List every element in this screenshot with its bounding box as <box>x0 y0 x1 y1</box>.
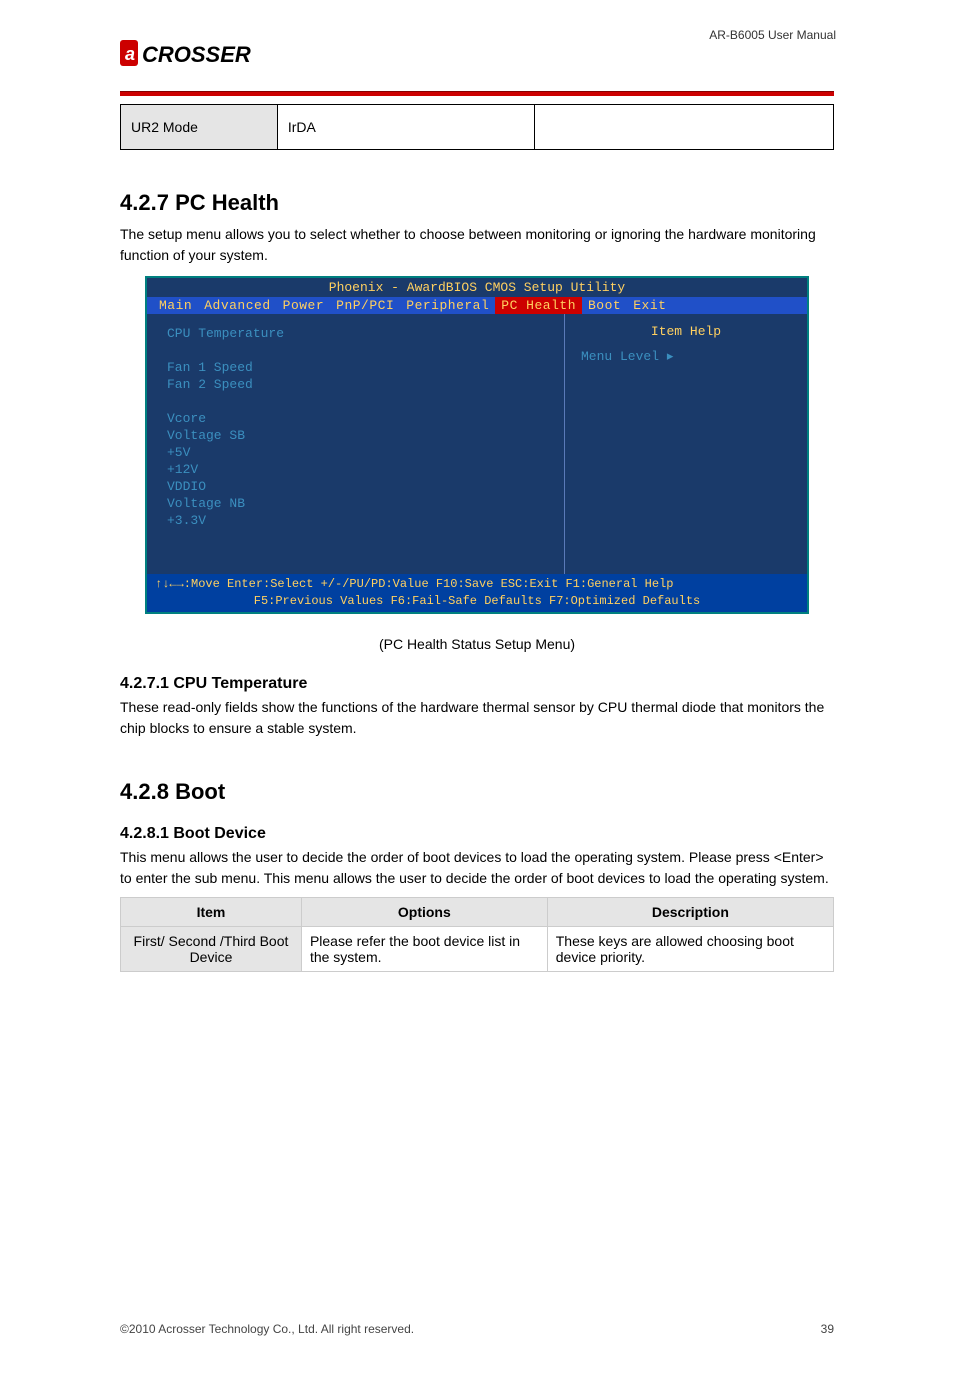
bios-caption: (PC Health Status Setup Menu) <box>120 634 834 655</box>
ur2-option-cell: IrDA <box>277 105 534 150</box>
boot-heading: 4.2.8 Boot <box>120 779 834 805</box>
header-divider <box>120 91 834 96</box>
footer-page-number: 39 <box>821 1322 834 1336</box>
bios-item: CPU Temperature <box>167 326 544 341</box>
bios-tab-advanced: Advanced <box>198 297 276 314</box>
col-item: Item <box>121 897 302 926</box>
bios-tab-pchealth: PC Health <box>495 297 582 314</box>
cpu-temp-heading: 4.2.7.1 CPU Temperature <box>120 675 834 693</box>
bios-help-title: Item Help <box>581 324 791 339</box>
col-options: Options <box>301 897 547 926</box>
bios-item: Fan 1 Speed <box>167 360 544 375</box>
bios-item: Voltage NB <box>167 496 544 511</box>
col-description: Description <box>547 897 833 926</box>
doc-product-title: AR-B6005 User Manual <box>709 28 836 42</box>
bios-title: Phoenix - AwardBIOS CMOS Setup Utility <box>147 278 807 297</box>
svg-text:CROSSER: CROSSER <box>142 42 251 67</box>
bios-item: Voltage SB <box>167 428 544 443</box>
bios-help-panel: Item Help Menu Level ▸ <box>565 314 807 574</box>
bios-item <box>167 343 544 358</box>
bios-tab-pnppci: PnP/PCI <box>330 297 400 314</box>
bios-tab-main: Main <box>153 297 198 314</box>
bios-item: Fan 2 Speed <box>167 377 544 392</box>
cpu-temp-para: These read-only fields show the function… <box>120 697 834 739</box>
boot-option-cell: Please refer the boot device list in the… <box>301 926 547 971</box>
boot-item-cell: First/ Second /Third Boot Device <box>121 926 302 971</box>
bios-tab-boot: Boot <box>582 297 627 314</box>
footer-copyright: ©2010 Acrosser Technology Co., Ltd. All … <box>120 1322 414 1336</box>
bios-item <box>167 394 544 409</box>
ur2-mode-table: UR2 Mode IrDA <box>120 104 834 150</box>
svg-text:a: a <box>125 44 135 64</box>
bios-item: Vcore <box>167 411 544 426</box>
bios-items-panel: CPU Temperature Fan 1 Speed Fan 2 Speed V… <box>147 314 565 574</box>
bios-item: +5V <box>167 445 544 460</box>
bios-item: VDDIO <box>167 479 544 494</box>
bios-tab-power: Power <box>277 297 331 314</box>
bios-menu-level: Menu Level ▸ <box>581 349 791 364</box>
bios-tab-exit: Exit <box>627 297 672 314</box>
boot-device-heading: 4.2.8.1 Boot Device <box>120 825 834 843</box>
page-footer: ©2010 Acrosser Technology Co., Ltd. All … <box>120 1322 834 1356</box>
bios-foot-line1: ↑↓←→:Move Enter:Select +/-/PU/PD:Value F… <box>155 576 799 593</box>
boot-device-para: This menu allows the user to decide the … <box>120 847 834 889</box>
brand-logo: a CROSSER <box>120 40 290 70</box>
bios-screenshot: Phoenix - AwardBIOS CMOS Setup Utility M… <box>145 276 809 614</box>
boot-desc-cell: These keys are allowed choosing boot dev… <box>547 926 833 971</box>
bios-foot-line2: F5:Previous Values F6:Fail-Safe Defaults… <box>155 593 799 610</box>
bios-footer: ↑↓←→:Move Enter:Select +/-/PU/PD:Value F… <box>147 574 807 612</box>
boot-device-table: Item Options Description First/ Second /… <box>120 897 834 972</box>
pc-health-heading: 4.2.7 PC Health <box>120 190 834 216</box>
bios-item: +3.3V <box>167 513 544 528</box>
bios-tab-peripheral: Peripheral <box>400 297 495 314</box>
table-row: First/ Second /Third Boot Device Please … <box>121 926 834 971</box>
ur2-desc-cell <box>534 105 833 150</box>
ur2-item-cell: UR2 Mode <box>121 105 278 150</box>
bios-menubar: MainAdvancedPowerPnP/PCIPeripheralPC Hea… <box>147 297 807 314</box>
pc-health-para: The setup menu allows you to select whet… <box>120 224 834 266</box>
bios-item: +12V <box>167 462 544 477</box>
